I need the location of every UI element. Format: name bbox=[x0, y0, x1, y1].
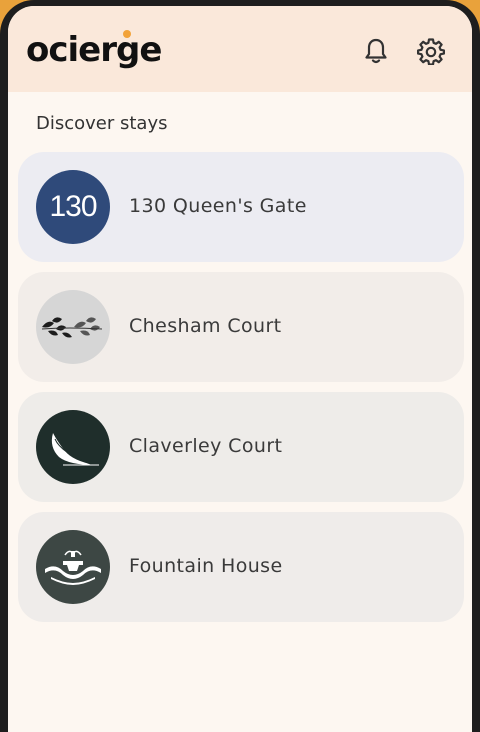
logo-accent-dot bbox=[123, 30, 131, 38]
settings-button[interactable] bbox=[416, 36, 446, 66]
fountain-icon bbox=[45, 550, 101, 585]
stay-name: Chesham Court bbox=[129, 315, 282, 337]
bell-icon bbox=[365, 38, 387, 64]
stay-card-chesham-court[interactable]: Chesham Court bbox=[18, 272, 464, 382]
stay-card-130-queens-gate[interactable]: 130 130 Queen's Gate bbox=[18, 152, 464, 262]
logo-text: ocierge bbox=[26, 30, 162, 70]
stay-avatar-text: 130 bbox=[49, 190, 97, 223]
feather-icon bbox=[51, 433, 99, 466]
stay-card-fountain-house[interactable]: Fountain House bbox=[18, 512, 464, 622]
stays-list: 130 130 Queen's Gate Chesham Court Clave… bbox=[18, 152, 464, 632]
app-header: ocierge bbox=[8, 6, 472, 92]
notifications-button[interactable] bbox=[361, 36, 391, 66]
stay-card-claverley-court[interactable]: Claverley Court bbox=[18, 392, 464, 502]
stay-name: Claverley Court bbox=[129, 435, 283, 457]
app-screen: ocierge Discover stays 130 130 Queen's G… bbox=[8, 6, 472, 732]
section-title: Discover stays bbox=[36, 113, 168, 134]
stay-name: 130 Queen's Gate bbox=[129, 195, 307, 217]
leaves-icon bbox=[41, 317, 103, 338]
stay-avatar bbox=[36, 410, 110, 484]
device-frame: ocierge Discover stays 130 130 Queen's G… bbox=[0, 0, 480, 732]
stay-avatar bbox=[36, 290, 110, 364]
app-logo: ocierge bbox=[26, 28, 162, 72]
gear-icon bbox=[417, 38, 445, 65]
stay-avatar bbox=[36, 530, 110, 604]
stay-name: Fountain House bbox=[129, 555, 283, 577]
stay-avatar: 130 bbox=[36, 170, 110, 244]
